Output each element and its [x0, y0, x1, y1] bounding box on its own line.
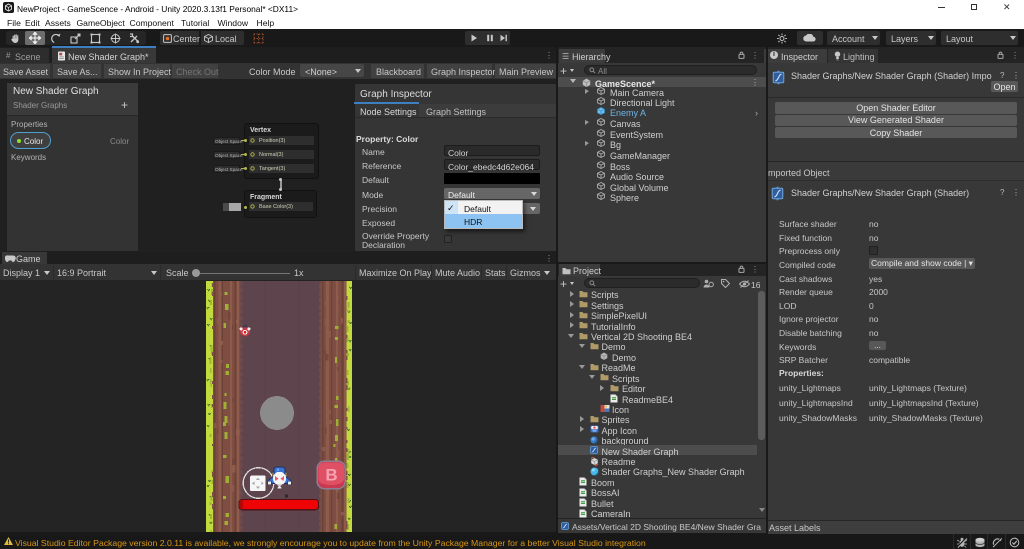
- svg-text:B: B: [325, 466, 337, 485]
